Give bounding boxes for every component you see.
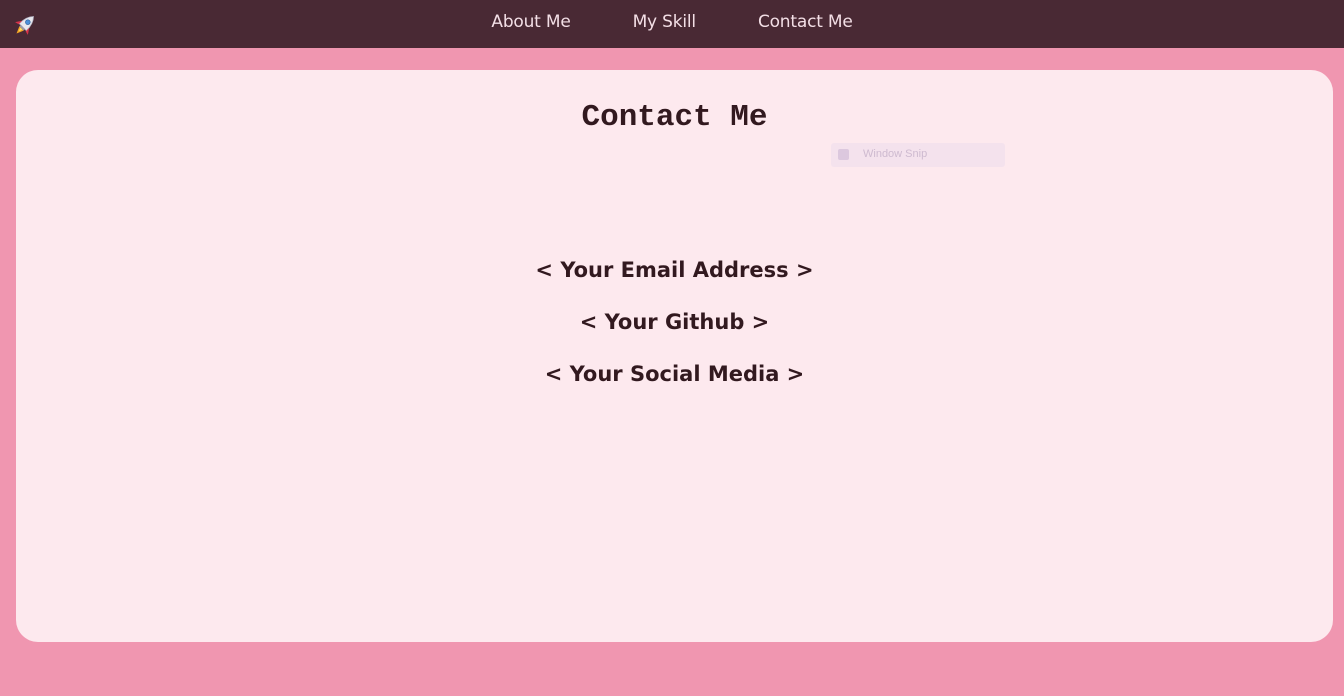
nav-link-contact-me[interactable]: Contact Me xyxy=(758,12,853,32)
snip-label: Window Snip xyxy=(863,148,928,160)
contact-github[interactable]: < Your Github > xyxy=(580,310,770,334)
snip-icon xyxy=(838,149,849,160)
nav-link-my-skill[interactable]: My Skill xyxy=(633,12,697,32)
contact-social-media[interactable]: < Your Social Media > xyxy=(545,362,805,386)
contact-card: Contact Me Window Snip < Your Email Addr… xyxy=(16,70,1333,642)
nav-links: About Me My Skill Contact Me xyxy=(0,0,1344,44)
contact-email[interactable]: < Your Email Address > xyxy=(535,258,813,282)
nav-link-about-me[interactable]: About Me xyxy=(491,12,570,32)
contact-list: < Your Email Address > < Your Github > <… xyxy=(16,258,1333,386)
window-snip-overlay: Window Snip xyxy=(831,143,1005,167)
navbar: About Me My Skill Contact Me xyxy=(0,0,1344,48)
page-title: Contact Me xyxy=(581,100,768,135)
